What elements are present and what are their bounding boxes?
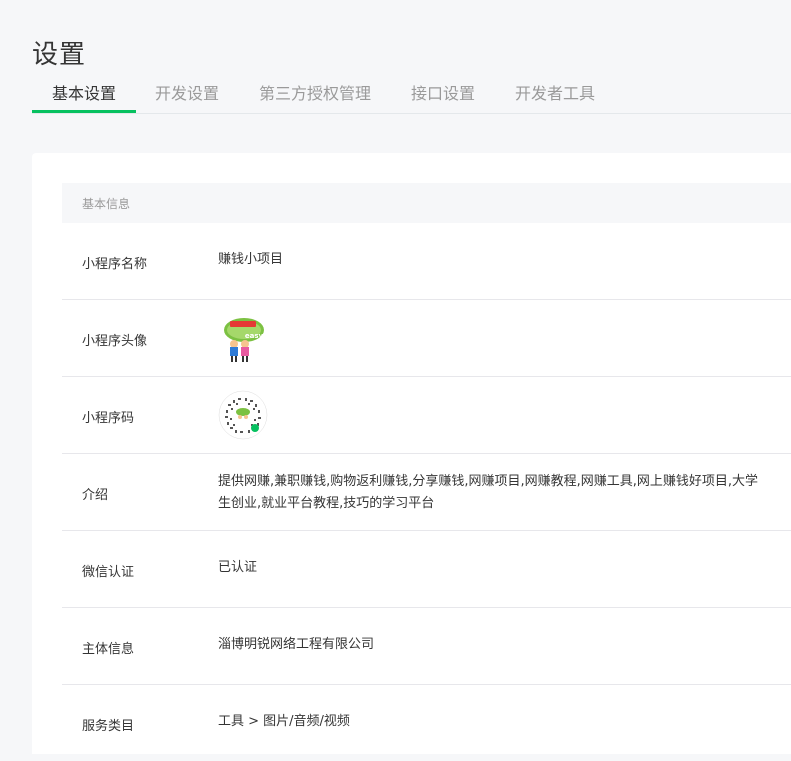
row-label: 主体信息 (82, 642, 135, 657)
tab-dev-settings[interactable]: 开发设置 (155, 80, 219, 104)
settings-tabs: 基本设置 开发设置 第三方授权管理 接口设置 开发者工具 (32, 70, 791, 114)
row-app-name: 小程序名称 赚钱小项目 (62, 223, 791, 300)
certification-status-value: 已认证 (218, 560, 258, 575)
row-app-avatar: 小程序头像 easy (62, 300, 791, 377)
row-label: 小程序头像 (82, 334, 148, 349)
app-name-value: 赚钱小项目 (218, 252, 284, 267)
page-title: 设置 (32, 40, 87, 71)
tab-developer-tools[interactable]: 开发者工具 (515, 80, 595, 104)
active-tab-indicator (32, 110, 136, 113)
row-label: 服务类目 (82, 719, 135, 734)
section-header: 基本信息 (62, 183, 791, 223)
section-title: 基本信息 (82, 197, 131, 211)
row-label: 微信认证 (82, 565, 135, 580)
row-label: 小程序名称 (82, 257, 148, 272)
avatar-logo-text: easy (245, 332, 264, 340)
row-label: 介绍 (82, 488, 109, 503)
tab-third-party-auth[interactable]: 第三方授权管理 (259, 80, 371, 104)
row-entity-info: 主体信息 淄博明锐网络工程有限公司 (62, 608, 791, 685)
row-app-qrcode: 小程序码 (62, 377, 791, 454)
entity-info-value: 淄博明锐网络工程有限公司 (218, 637, 375, 652)
app-avatar-image: easy (218, 316, 266, 364)
row-wechat-certification: 微信认证 已认证 (62, 531, 791, 608)
app-intro-value: 提供网赚,兼职赚钱,购物返利赚钱,分享赚钱,网赚项目,网赚教程,网赚工具,网上赚… (218, 474, 759, 511)
row-service-category: 服务类目 工具 > 图片/音频/视频 (62, 685, 791, 761)
row-app-intro: 介绍 提供网赚,兼职赚钱,购物返利赚钱,分享赚钱,网赚项目,网赚教程,网赚工具,… (62, 454, 791, 531)
tab-api-settings[interactable]: 接口设置 (411, 80, 475, 104)
tab-basic-settings[interactable]: 基本设置 (52, 80, 116, 104)
app-qrcode-image (218, 390, 268, 440)
service-category-value: 工具 > 图片/音频/视频 (218, 714, 350, 729)
row-label: 小程序码 (82, 411, 135, 426)
basic-info-card: 基本信息 小程序名称 赚钱小项目 小程序头像 easy 小程序码 介绍 提供网赚… (32, 153, 791, 754)
